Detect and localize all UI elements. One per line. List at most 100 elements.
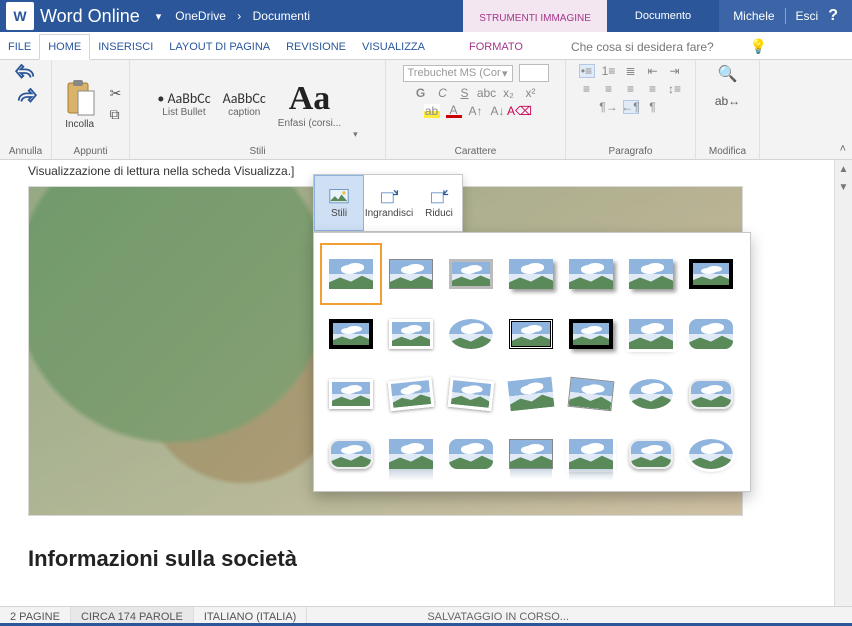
font-name-combo[interactable]: Trebuchet MS (Cor▾	[403, 65, 513, 82]
align-left-button[interactable]: ≡	[579, 82, 595, 96]
title-bar: W Word Online ▾ OneDrive › Documenti STR…	[0, 0, 852, 32]
picture-style-option[interactable]	[444, 247, 498, 301]
show-marks-button[interactable]: ¶	[645, 100, 661, 114]
redo-icon[interactable]	[15, 88, 37, 106]
style-list-bullet[interactable]: • AaBbCc List Bullet	[157, 90, 210, 118]
picture-style-option[interactable]	[684, 307, 738, 361]
picture-style-option[interactable]	[504, 427, 558, 481]
tab-insert[interactable]: INSERISCI	[90, 35, 161, 59]
picture-style-option[interactable]	[384, 367, 438, 421]
breadcrumb[interactable]: OneDrive › Documenti	[171, 9, 314, 23]
highlight-button[interactable]: ab	[424, 104, 440, 118]
picture-style-option[interactable]	[504, 367, 558, 421]
vertical-scrollbar[interactable]: ▲ ▼	[834, 160, 852, 606]
multilevel-button[interactable]: ≣	[623, 64, 639, 78]
grow-font-button[interactable]: A↑	[468, 104, 484, 118]
picture-style-option[interactable]	[564, 247, 618, 301]
style-name: List Bullet	[157, 107, 210, 118]
style-preview: • AaBbCc	[157, 90, 210, 107]
breadcrumb-leaf[interactable]: Documenti	[253, 9, 310, 23]
picture-style-option[interactable]	[684, 427, 738, 481]
clipboard-icon	[64, 79, 96, 117]
chevron-down-icon: ▾	[502, 67, 508, 80]
undo-icon[interactable]	[15, 64, 37, 82]
picture-shrink-button[interactable]: Riduci	[414, 175, 464, 231]
document-name[interactable]: Documento	[607, 0, 719, 32]
picture-style-option[interactable]	[684, 367, 738, 421]
picture-style-option[interactable]	[564, 427, 618, 481]
line-spacing-button[interactable]: ↕≡	[667, 82, 683, 96]
bold-button[interactable]: G	[413, 86, 429, 100]
superscript-button[interactable]: x²	[523, 86, 539, 100]
picture-style-option[interactable]	[324, 427, 378, 481]
outdent-button[interactable]: ⇤	[645, 64, 661, 78]
picture-style-option[interactable]	[564, 307, 618, 361]
shrink-font-button[interactable]: A↓	[490, 104, 506, 118]
group-label-edit: Modifica	[709, 144, 746, 157]
align-right-button[interactable]: ≡	[623, 82, 639, 96]
replace-icon[interactable]: ab↔	[715, 94, 740, 108]
cut-icon[interactable]: ✂	[110, 85, 122, 102]
find-icon[interactable]: 🔍	[718, 64, 738, 84]
indent-button[interactable]: ⇥	[667, 64, 683, 78]
scroll-up-icon[interactable]: ▲	[835, 160, 852, 178]
picture-style-option[interactable]	[624, 247, 678, 301]
picture-style-option[interactable]	[384, 307, 438, 361]
signout-link[interactable]: Esci	[796, 9, 819, 23]
picture-style-option[interactable]	[384, 427, 438, 481]
clear-format-button[interactable]: A⌫	[512, 104, 528, 118]
tab-file[interactable]: FILE	[0, 35, 39, 59]
picture-style-option[interactable]	[564, 367, 618, 421]
picture-style-option[interactable]	[324, 307, 378, 361]
justify-button[interactable]: ≡	[645, 82, 661, 96]
bullets-button[interactable]: •≡	[579, 64, 595, 78]
breadcrumb-sep: ›	[237, 9, 241, 23]
tab-view[interactable]: VISUALIZZA	[354, 35, 433, 59]
picture-style-option[interactable]	[444, 367, 498, 421]
tab-format[interactable]: FORMATO	[461, 35, 531, 59]
picture-style-option[interactable]	[444, 307, 498, 361]
tell-me-box[interactable]: Che cosa si desidera fare? 💡	[571, 38, 767, 59]
style-name: caption	[223, 107, 266, 118]
picture-style-option[interactable]	[324, 247, 378, 301]
picture-styles-gallery	[313, 232, 751, 492]
tab-review[interactable]: REVISIONE	[278, 35, 354, 59]
label: Stili	[331, 208, 347, 219]
picture-style-option[interactable]	[384, 247, 438, 301]
rtl-button[interactable]: ←¶	[623, 100, 639, 114]
tab-layout[interactable]: LAYOUT DI PAGINA	[161, 35, 278, 59]
underline-button[interactable]: S	[457, 86, 473, 100]
ltr-button[interactable]: ¶→	[601, 100, 617, 114]
chevron-down-icon[interactable]: ▾	[156, 10, 162, 23]
collapse-ribbon-icon[interactable]: ˄	[840, 143, 846, 155]
font-color-button[interactable]: A	[446, 104, 462, 118]
context-tab-image-tools[interactable]: STRUMENTI IMMAGINE	[463, 0, 607, 32]
grow-icon	[379, 188, 399, 206]
italic-button[interactable]: C	[435, 86, 451, 100]
picture-style-option[interactable]	[684, 247, 738, 301]
picture-style-option[interactable]	[624, 307, 678, 361]
picture-style-option[interactable]	[624, 427, 678, 481]
copy-icon[interactable]: ⧉	[110, 106, 122, 123]
styles-more-icon[interactable]: ▾	[353, 129, 358, 144]
picture-style-option[interactable]	[624, 367, 678, 421]
style-emphasis[interactable]: Aa Enfasi (corsi...	[278, 80, 341, 129]
picture-style-option[interactable]	[504, 307, 558, 361]
font-size-combo[interactable]	[519, 64, 549, 82]
picture-style-option[interactable]	[504, 247, 558, 301]
picture-style-option[interactable]	[324, 367, 378, 421]
numbering-button[interactable]: 1≡	[601, 64, 617, 78]
breadcrumb-root[interactable]: OneDrive	[175, 9, 226, 23]
account-user[interactable]: Michele	[733, 9, 774, 23]
strike-button[interactable]: abc	[479, 86, 495, 100]
paste-button[interactable]: Incolla	[60, 75, 100, 134]
help-icon[interactable]: ?	[828, 7, 838, 25]
style-caption[interactable]: AaBbCc caption	[223, 90, 266, 118]
tab-home[interactable]: HOME	[39, 34, 90, 60]
picture-grow-button[interactable]: Ingrandisci	[364, 175, 414, 231]
align-center-button[interactable]: ≡	[601, 82, 617, 96]
scroll-down-icon[interactable]: ▼	[835, 178, 852, 196]
picture-style-option[interactable]	[444, 427, 498, 481]
picture-styles-button[interactable]: Stili	[314, 175, 364, 231]
subscript-button[interactable]: x₂	[501, 86, 517, 100]
